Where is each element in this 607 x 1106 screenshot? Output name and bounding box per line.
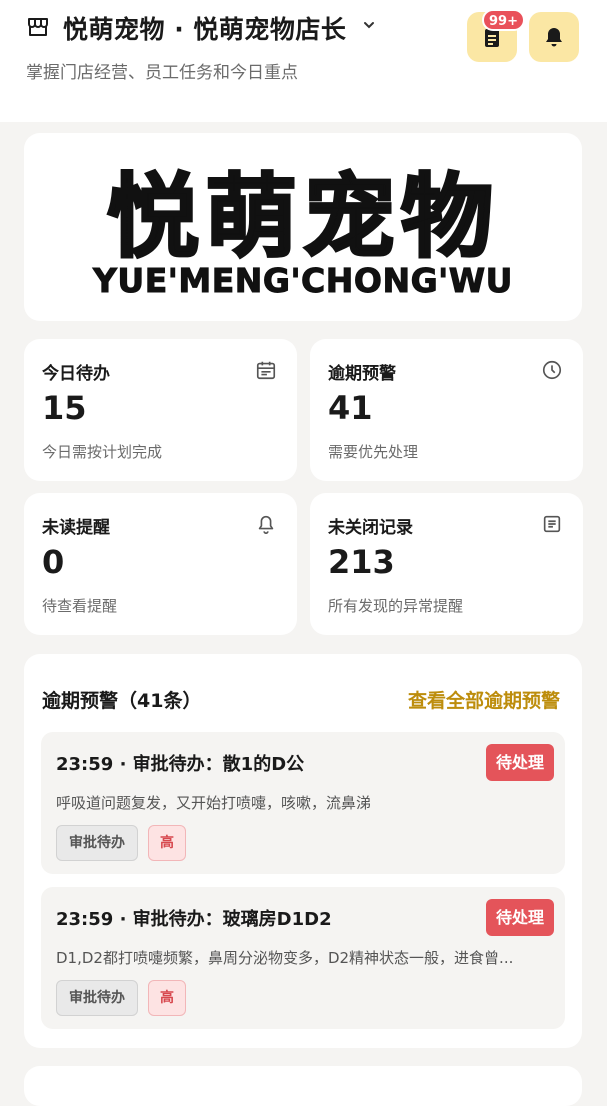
stat-value: 41 [328,389,373,427]
stat-description: 需要优先处理 [328,443,419,461]
stat-label: 逾期预警 [328,364,396,384]
overdue-item[interactable]: 23:59 · 审批待办：玻璃房D1D2 待处理 D1,D2都打喷嚏频繁，鼻周分… [41,887,565,1029]
stat-value: 15 [42,389,87,427]
stat-value: 0 [42,543,65,581]
priority-tag: 高 [148,825,186,861]
store-icon [28,18,48,36]
priority-tag: 高 [148,980,186,1016]
stat-card-overdue[interactable]: 逾期预警 41 需要优先处理 [310,339,583,481]
brand-logo-text: 悦萌宠物 [105,163,499,271]
stat-value: 213 [328,543,395,581]
page-subtitle: 掌握门店经营、员工任务和今日重点 [26,63,298,83]
next-section-card [24,1066,582,1106]
notification-badge: 99+ [482,9,525,31]
status-pending-button[interactable]: 待处理 [485,899,554,936]
overdue-warning-section: 逾期预警（41条） 查看全部逾期预警 23:59 · 审批待办：散1的D公 待处… [24,654,582,1048]
overdue-item-title: 23:59 · 审批待办：散1的D公 [56,754,305,775]
calendar-icon [256,361,276,380]
bell-icon [546,28,562,47]
stat-description: 待查看提醒 [42,597,118,615]
stat-description: 所有发现的异常提醒 [328,597,464,615]
notification-button[interactable] [529,12,579,62]
overdue-item[interactable]: 23:59 · 审批待办：散1的D公 待处理 呼吸道问题复发，又开始打喷嚏，咳嗽… [41,732,565,874]
stat-description: 今日需按计划完成 [42,443,163,461]
stat-card-open-records[interactable]: 未关闭记录 213 所有发现的异常提醒 [310,493,583,635]
status-pending-button[interactable]: 待处理 [485,744,554,781]
type-tag: 审批待办 [56,980,138,1016]
brand-logo-pinyin: YUE'MENG'CHONG'WU [93,261,513,301]
overdue-item-description: 呼吸道问题复发，又开始打喷嚏，咳嗽，流鼻涕 [56,794,372,812]
overdue-item-description: D1,D2都打喷嚏频繁，鼻周分泌物变多，D2精神状态一般，进食曾... [56,949,514,967]
page-header: 悦萌宠物 · 悦萌宠物店长 掌握门店经营、员工任务和今日重点 99+ [0,0,607,122]
chevron-down-icon[interactable] [362,18,376,32]
clock-icon [542,360,562,380]
stat-card-unread[interactable]: 未读提醒 0 待查看提醒 [24,493,297,635]
overdue-item-title: 23:59 · 审批待办：玻璃房D1D2 [56,909,332,930]
brand-logo-card: 悦萌宠物 YUE'MENG'CHONG'WU [24,133,582,321]
view-all-overdue-link[interactable]: 查看全部逾期预警 [408,686,560,713]
stat-card-today-todo[interactable]: 今日待办 15 今日需按计划完成 [24,339,297,481]
stat-label: 未关闭记录 [328,518,413,538]
type-tag: 审批待办 [56,825,138,861]
store-title[interactable]: 悦萌宠物 · 悦萌宠物店长 [63,10,346,46]
stat-label: 未读提醒 [42,518,110,538]
bell-icon [258,515,274,534]
stat-label: 今日待办 [42,364,110,384]
document-icon [543,515,561,533]
section-title: 逾期预警（41条） [42,690,202,712]
